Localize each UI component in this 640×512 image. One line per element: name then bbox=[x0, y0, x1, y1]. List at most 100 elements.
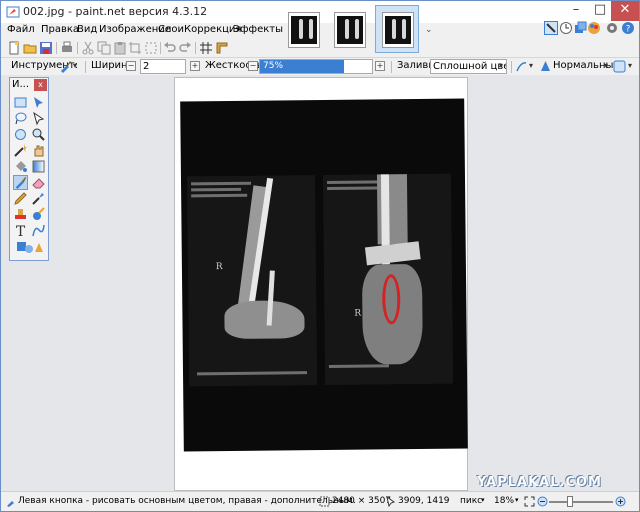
menu-edit[interactable]: Правка bbox=[41, 24, 79, 35]
settings-gear-icon[interactable] bbox=[605, 21, 619, 35]
canvas-area[interactable]: R R YAPLAKAL.COM bbox=[1, 75, 639, 491]
toolbar-separator bbox=[77, 42, 78, 54]
zoom-icon[interactable] bbox=[31, 127, 46, 142]
scan-info-line bbox=[191, 193, 248, 198]
cursor-position: 3909, 1419 bbox=[398, 496, 450, 506]
fill-mode-select[interactable]: Сплошной цвет bbox=[430, 59, 507, 74]
menu-view[interactable]: Вид bbox=[77, 24, 97, 35]
recolor-icon[interactable] bbox=[31, 207, 46, 222]
history-icon[interactable] bbox=[559, 21, 573, 35]
scan-info-line bbox=[327, 186, 378, 190]
tool-dropdown-icon[interactable]: ▾ bbox=[73, 61, 77, 70]
svg-text:?: ? bbox=[626, 25, 631, 35]
save-icon[interactable] bbox=[39, 41, 53, 55]
cursor-position-icon bbox=[386, 496, 396, 507]
image-tab[interactable] bbox=[281, 5, 325, 53]
pan-hand-icon[interactable] bbox=[31, 143, 46, 158]
alpha-dropdown-icon[interactable]: ▾ bbox=[628, 61, 632, 70]
options-separator bbox=[85, 61, 86, 73]
image-tab[interactable] bbox=[327, 5, 371, 53]
xray-film: R R bbox=[180, 98, 468, 452]
blend-mode-value[interactable]: Нормальный bbox=[553, 60, 620, 71]
menu-effects[interactable]: Эффекты bbox=[233, 24, 283, 35]
paintbrush-icon[interactable] bbox=[59, 60, 72, 73]
paintbrush-status-icon bbox=[7, 501, 14, 507]
hardness-decrease-button[interactable]: − bbox=[248, 61, 258, 71]
redo-icon[interactable] bbox=[178, 41, 192, 55]
image-thumbnail bbox=[288, 12, 320, 48]
tabs-chevron-down-icon[interactable]: ⌄ bbox=[425, 25, 433, 35]
antialiasing-dropdown-icon[interactable]: ▾ bbox=[529, 61, 533, 70]
grid-icon[interactable] bbox=[199, 41, 213, 55]
tools-panel-close-button[interactable]: x bbox=[34, 79, 47, 91]
menu-file[interactable]: Файл bbox=[7, 24, 35, 35]
alpha-mode-icon[interactable] bbox=[613, 60, 626, 73]
line-curve-icon[interactable] bbox=[31, 223, 46, 238]
fill-dropdown-icon[interactable]: ▾ bbox=[499, 61, 503, 70]
image-tab-active[interactable] bbox=[375, 5, 419, 53]
menu-bar: Файл Правка Вид Изображение Слои Коррекц… bbox=[1, 23, 283, 39]
tools-panel-header[interactable]: И... x bbox=[10, 78, 48, 92]
rectangle-select-icon[interactable] bbox=[13, 95, 28, 110]
hardness-slider[interactable]: 75% bbox=[259, 59, 373, 74]
scan-info-line bbox=[191, 187, 242, 192]
help-icon[interactable]: ? bbox=[621, 21, 635, 35]
open-folder-icon[interactable] bbox=[23, 41, 37, 55]
blend-mode-icon[interactable] bbox=[539, 60, 552, 73]
width-decrease-button[interactable]: − bbox=[126, 61, 136, 71]
ellipse-select-icon[interactable] bbox=[13, 127, 28, 142]
zoom-dropdown-icon[interactable]: ▾ bbox=[515, 496, 519, 504]
hardness-increase-button[interactable]: + bbox=[375, 61, 385, 71]
paintbrush-tool-icon[interactable] bbox=[13, 175, 28, 190]
zoom-out-icon[interactable] bbox=[537, 496, 548, 507]
text-tool-icon[interactable]: T bbox=[13, 223, 28, 238]
print-icon[interactable] bbox=[60, 41, 74, 55]
close-button[interactable]: ✕ bbox=[611, 1, 639, 21]
crop-icon[interactable] bbox=[128, 41, 142, 55]
zoom-to-window-icon[interactable] bbox=[524, 496, 535, 507]
new-file-icon[interactable] bbox=[7, 41, 21, 55]
blend-dropdown-icon[interactable]: ▾ bbox=[604, 61, 608, 70]
image-size: 2480 × 3507 bbox=[332, 496, 392, 506]
options-separator bbox=[391, 61, 392, 73]
paste-icon[interactable] bbox=[113, 41, 127, 55]
pencil-icon[interactable] bbox=[13, 191, 28, 206]
side-marker: R bbox=[215, 262, 223, 273]
svg-text:T: T bbox=[16, 224, 26, 238]
width-input[interactable]: 2 bbox=[140, 59, 186, 74]
antialiasing-icon[interactable] bbox=[515, 60, 528, 73]
copy-icon[interactable] bbox=[97, 41, 111, 55]
move-selection-icon[interactable] bbox=[31, 95, 46, 110]
side-marker: R bbox=[354, 308, 362, 319]
gradient-icon[interactable] bbox=[31, 159, 46, 174]
shapes-icon[interactable] bbox=[13, 239, 46, 254]
layers-icon[interactable] bbox=[573, 21, 587, 35]
clone-stamp-icon[interactable] bbox=[13, 207, 28, 222]
image-canvas[interactable]: R R bbox=[174, 77, 468, 491]
ruler-icon[interactable] bbox=[215, 41, 229, 55]
cut-icon[interactable] bbox=[81, 41, 95, 55]
options-separator bbox=[511, 61, 512, 73]
image-thumbnail bbox=[382, 12, 414, 48]
units-select[interactable]: пикс bbox=[460, 496, 482, 506]
undo-icon[interactable] bbox=[163, 41, 177, 55]
paint-bucket-icon[interactable] bbox=[13, 159, 28, 174]
zoom-slider-thumb[interactable] bbox=[567, 496, 573, 507]
zoom-in-icon[interactable] bbox=[615, 496, 626, 507]
move-selected-icon[interactable] bbox=[31, 111, 46, 126]
maximize-button[interactable]: □ bbox=[586, 1, 614, 21]
color-picker-icon[interactable] bbox=[31, 191, 46, 206]
width-increase-button[interactable]: + bbox=[190, 61, 200, 71]
eraser-icon[interactable] bbox=[31, 175, 46, 190]
magic-wand-icon[interactable] bbox=[13, 143, 28, 158]
zoom-level[interactable]: 18% bbox=[494, 496, 514, 506]
zoom-slider-track[interactable] bbox=[549, 501, 613, 503]
tools-window-icon[interactable] bbox=[544, 21, 558, 35]
scan-info-line bbox=[328, 364, 389, 368]
units-dropdown-icon[interactable]: ▾ bbox=[481, 496, 485, 504]
deselect-icon[interactable] bbox=[144, 41, 158, 55]
menu-layers[interactable]: Слои bbox=[158, 24, 184, 35]
colors-icon[interactable] bbox=[587, 21, 601, 35]
lasso-select-icon[interactable] bbox=[13, 111, 28, 126]
scan-info-line bbox=[191, 181, 252, 186]
